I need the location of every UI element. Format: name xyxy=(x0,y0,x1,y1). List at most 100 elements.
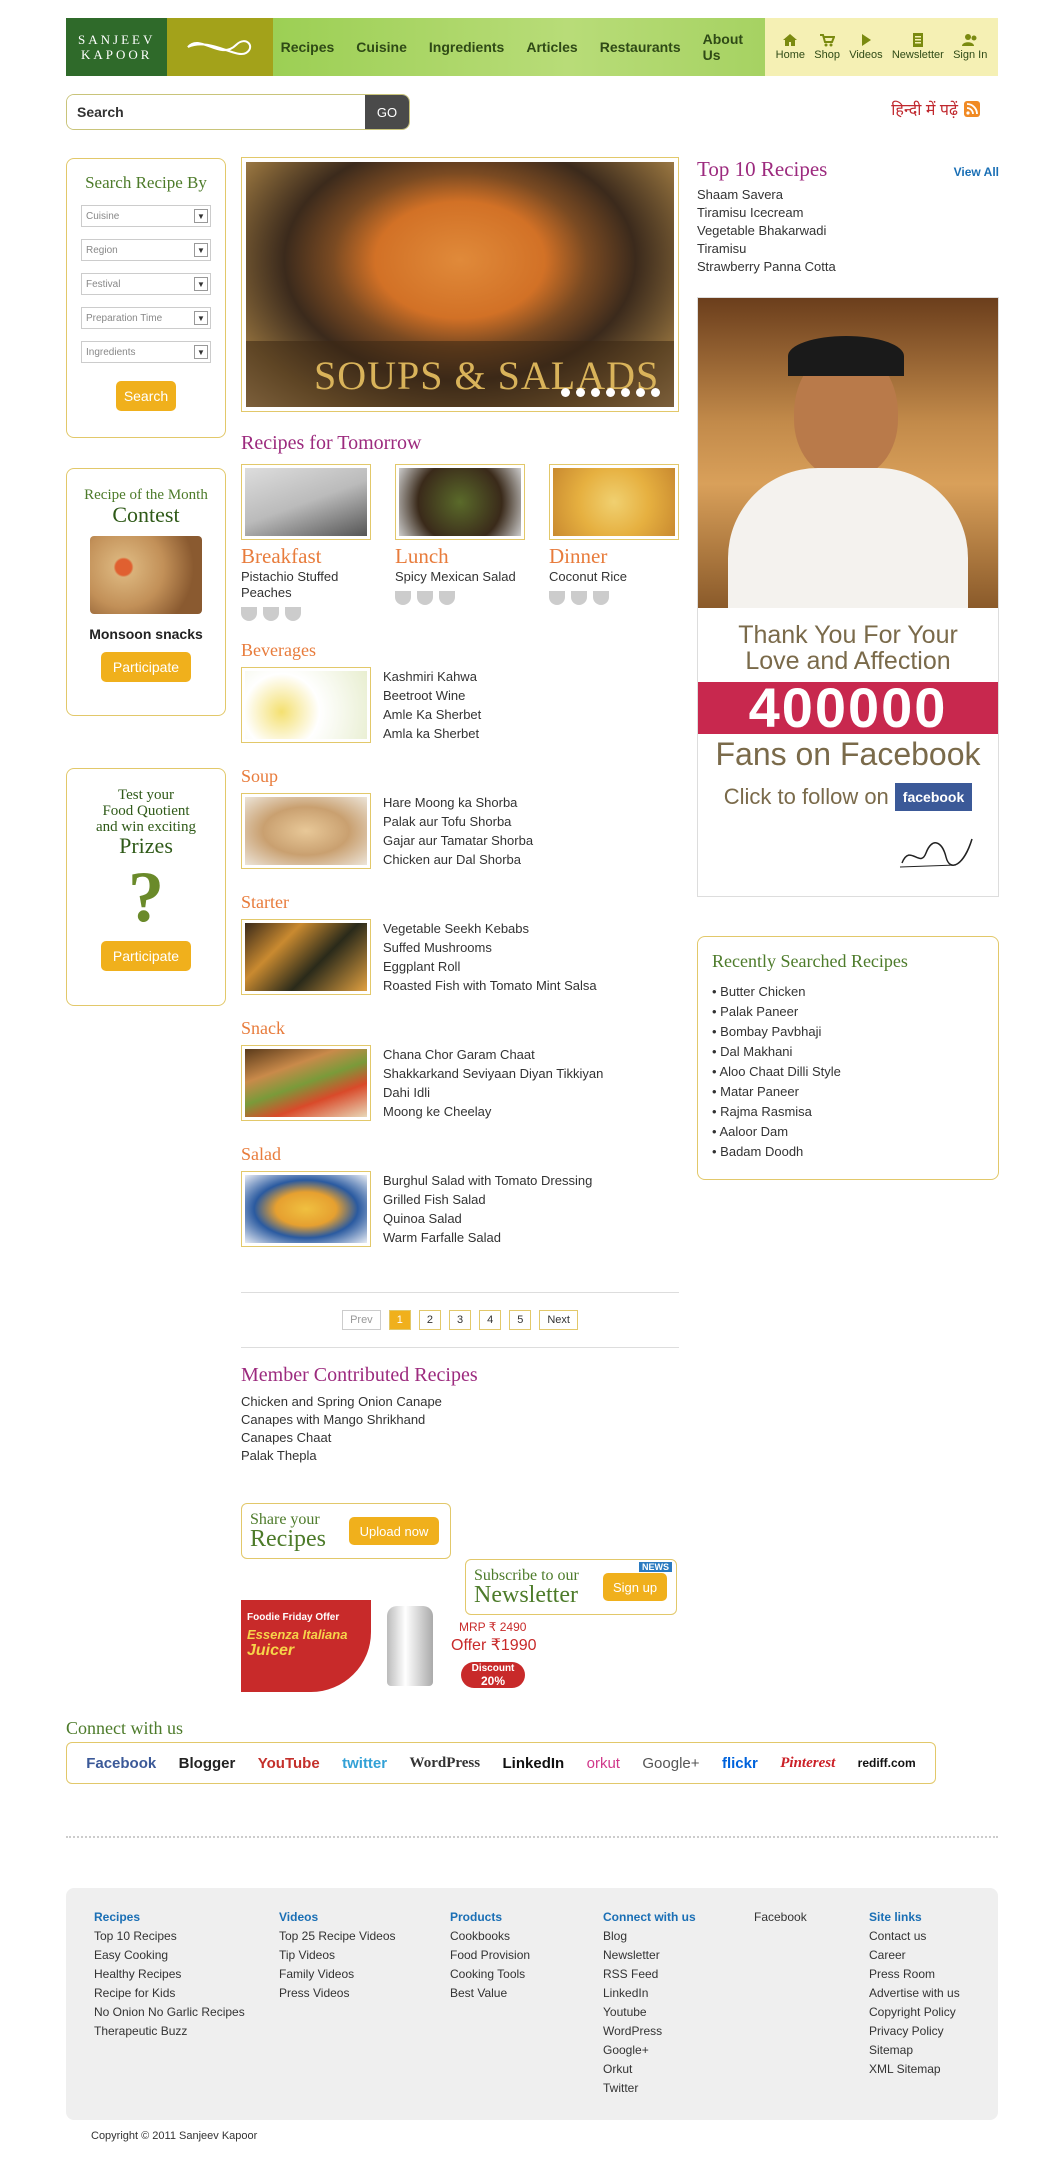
blogger-link[interactable]: Blogger xyxy=(179,1755,236,1772)
footer-heading[interactable]: Site links xyxy=(869,1908,989,1927)
twitter-link[interactable]: twitter xyxy=(342,1755,387,1772)
recipe-link[interactable]: Quinoa Salad xyxy=(383,1209,592,1228)
meal-dish[interactable]: Coconut Rice xyxy=(549,569,679,585)
category-thumb[interactable] xyxy=(241,919,371,995)
recipe-link[interactable]: Shaam Savera xyxy=(697,186,999,204)
footer-link[interactable]: Newsletter xyxy=(603,1946,754,1965)
footer-link[interactable]: Family Videos xyxy=(279,1965,450,1984)
footer-link[interactable]: Top 10 Recipes xyxy=(94,1927,279,1946)
footer-link[interactable]: Copyright Policy xyxy=(869,2003,989,2022)
slide-dot[interactable] xyxy=(561,388,570,397)
recent-item[interactable]: • Matar Paneer xyxy=(712,1082,984,1102)
recipe-link[interactable]: Beetroot Wine xyxy=(383,686,481,705)
recipe-link[interactable]: Grilled Fish Salad xyxy=(383,1190,592,1209)
slide-dot[interactable] xyxy=(576,388,585,397)
recipe-link[interactable]: Tiramisu xyxy=(697,240,999,258)
footer-link[interactable]: Blog xyxy=(603,1927,754,1946)
footer-link[interactable]: Youtube xyxy=(603,2003,754,2022)
recipe-link[interactable]: Shakkarkand Seviyaan Diyan Tikkiyan xyxy=(383,1064,603,1083)
facebook-follow-button[interactable]: facebook xyxy=(894,783,973,811)
category-title[interactable]: Soup xyxy=(241,766,533,787)
category-thumb[interactable] xyxy=(241,667,371,743)
recipe-link[interactable]: Warm Farfalle Salad xyxy=(383,1228,592,1247)
page-2-button[interactable]: 2 xyxy=(418,1310,441,1330)
recent-item[interactable]: • Rajma Rasmisa xyxy=(712,1102,984,1122)
recipe-link[interactable]: Canapes Chaat xyxy=(241,1429,478,1447)
region-select[interactable]: Region ▼ xyxy=(81,239,211,261)
wordpress-link[interactable]: WordPress xyxy=(410,1755,481,1772)
facebook-link[interactable]: Facebook xyxy=(86,1755,156,1772)
footer-link[interactable]: Therapeutic Buzz xyxy=(94,2022,279,2041)
nav-recipes[interactable]: Recipes xyxy=(281,39,335,55)
category-title[interactable]: Snack xyxy=(241,1018,603,1039)
page-5-button[interactable]: 5 xyxy=(509,1310,532,1330)
category-thumb[interactable] xyxy=(241,1171,371,1247)
recipe-link[interactable]: Chicken aur Dal Shorba xyxy=(383,850,533,869)
footer-heading[interactable]: Videos xyxy=(279,1908,450,1927)
footer-link[interactable]: WordPress xyxy=(603,2022,754,2041)
footer-link[interactable]: Facebook xyxy=(754,1908,869,1927)
prev-page-button[interactable]: Prev xyxy=(342,1310,381,1330)
rss-icon[interactable] xyxy=(964,101,980,117)
footer-link[interactable]: Easy Cooking xyxy=(94,1946,279,1965)
recipe-link[interactable]: Dahi Idli xyxy=(383,1083,603,1102)
recipe-link[interactable]: Moong ke Cheelay xyxy=(383,1102,603,1121)
recipe-link[interactable]: Kashmiri Kahwa xyxy=(383,667,481,686)
category-title[interactable]: Beverages xyxy=(241,640,481,661)
recipe-link[interactable]: Tiramisu Icecream xyxy=(697,204,999,222)
slide-dot[interactable] xyxy=(651,388,660,397)
recipe-link[interactable]: Eggplant Roll xyxy=(383,957,597,976)
slide-dot[interactable] xyxy=(591,388,600,397)
footer-link[interactable]: No Onion No Garlic Recipes xyxy=(94,2003,279,2022)
recent-item[interactable]: • Aloo Chaat Dilli Style xyxy=(712,1062,984,1082)
footer-link[interactable]: Press Videos xyxy=(279,1984,450,2003)
slide-dot[interactable] xyxy=(621,388,630,397)
pinterest-link[interactable]: Pinterest xyxy=(780,1755,835,1772)
recipe-link[interactable]: Palak aur Tofu Shorba xyxy=(383,812,533,831)
flickr-link[interactable]: flickr xyxy=(722,1755,758,1772)
footer-link[interactable]: Career xyxy=(869,1946,989,1965)
footer-link[interactable]: Contact us xyxy=(869,1927,989,1946)
footer-link[interactable]: Twitter xyxy=(603,2079,754,2098)
search-by-button[interactable]: Search xyxy=(116,381,176,411)
recipe-link[interactable]: Canapes with Mango Shrikhand xyxy=(241,1411,478,1429)
nav-restaurants[interactable]: Restaurants xyxy=(600,39,681,55)
recipe-link[interactable]: Vegetable Bhakarwadi xyxy=(697,222,999,240)
nav-about-us[interactable]: About Us xyxy=(703,31,743,63)
footer-link[interactable]: Advertise with us xyxy=(869,1984,989,2003)
footer-link[interactable]: Food Provision xyxy=(450,1946,603,1965)
footer-link[interactable]: Best Value xyxy=(450,1984,603,2003)
footer-heading[interactable]: Connect with us xyxy=(603,1908,754,1927)
cuisine-select[interactable]: Cuisine ▼ xyxy=(81,205,211,227)
meal-lunch[interactable]: Lunch Spicy Mexican Salad xyxy=(395,464,525,621)
recent-item[interactable]: • Butter Chicken xyxy=(712,982,984,1002)
hero-slideshow[interactable]: SOUPS & SALADS xyxy=(241,157,679,412)
util-videos[interactable]: Videos xyxy=(849,33,883,61)
slide-dot[interactable] xyxy=(636,388,645,397)
upload-now-button[interactable]: Upload now xyxy=(349,1517,439,1545)
page-4-button[interactable]: 4 xyxy=(479,1310,502,1330)
contest-participate-button[interactable]: Participate xyxy=(101,652,191,682)
recent-item[interactable]: • Palak Paneer xyxy=(712,1002,984,1022)
meal-dish[interactable]: Spicy Mexican Salad xyxy=(395,569,525,585)
footer-link[interactable]: Sitemap xyxy=(869,2041,989,2060)
footer-link[interactable]: RSS Feed xyxy=(603,1965,754,1984)
recent-item[interactable]: • Bombay Pavbhaji xyxy=(712,1022,984,1042)
page-3-button[interactable]: 3 xyxy=(448,1310,472,1330)
footer-link[interactable]: Top 25 Recipe Videos xyxy=(279,1927,450,1946)
recipe-link[interactable]: Gajar aur Tamatar Shorba xyxy=(383,831,533,850)
recent-item[interactable]: • Aaloor Dam xyxy=(712,1122,984,1142)
rediff-link[interactable]: rediff.com xyxy=(858,1756,916,1770)
google-plus-link[interactable]: Google+ xyxy=(642,1755,699,1772)
juicer-offer-banner[interactable]: Foodie Friday Offer Essenza Italiana Jui… xyxy=(241,1600,541,1692)
meal-dish[interactable]: Pistachio Stuffed Peaches xyxy=(241,569,371,601)
util-shop[interactable]: Shop xyxy=(814,33,840,61)
util-home[interactable]: Home xyxy=(776,33,805,61)
facebook-fans-ad[interactable]: Thank You For Your Love and Affection 40… xyxy=(697,297,999,897)
category-thumb[interactable] xyxy=(241,1045,371,1121)
footer-link[interactable]: Privacy Policy xyxy=(869,2022,989,2041)
footer-link[interactable]: Press Room xyxy=(869,1965,989,1984)
util-newsletter[interactable]: Newsletter xyxy=(892,33,944,61)
nav-ingredients[interactable]: Ingredients xyxy=(429,39,504,55)
linkedin-link[interactable]: LinkedIn xyxy=(503,1755,565,1772)
